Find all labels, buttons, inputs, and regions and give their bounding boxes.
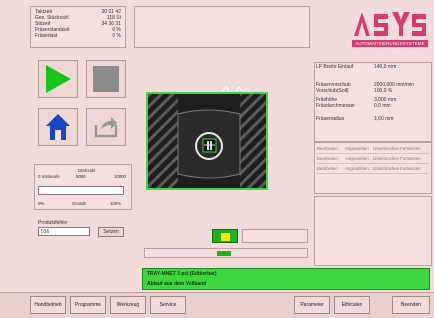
stop-button[interactable] [86,60,126,98]
stop-icon [93,66,119,92]
product-input[interactable]: 516 [38,227,90,236]
grid-row[interactable]: Bearbeiten Angewählen Unterbrochen Fortset… [317,164,429,174]
info-panel [314,196,432,266]
ruler-end: 10000 [114,174,126,179]
exit-button[interactable] [86,108,126,146]
home-button[interactable] [38,108,78,146]
slider-track[interactable] [144,248,308,258]
chevron-up-icon [222,86,243,92]
parameter-table: LP Breite Einlauf 140,0 mm Fräservorschub… [316,64,430,122]
slider-thumb[interactable] [217,251,231,256]
message-panel [134,6,310,48]
start-button[interactable] [38,60,78,98]
play-icon [46,65,71,93]
indicator-yellow-dot [221,233,230,241]
set-button[interactable]: Setzen [98,227,124,237]
stat-row-load: Fräserlast 0 % [35,33,121,39]
stats-panel: Taktzeit 30 01 42 Ges. Stückzahl 118 St St… [30,6,126,48]
tab-settings[interactable]: Ethicalen [334,296,370,314]
tab-tools[interactable]: Werkzeug [110,296,146,314]
indicator-yellow[interactable] [212,229,238,243]
tab-manual[interactable]: Handbetrieb [30,296,66,314]
indicator-field [242,229,308,243]
status-bar: TRAY-MNET 3 pcl (Editierbar) Ablauf aus … [142,268,430,290]
home-icon [46,114,70,140]
ruler-label: Drehzahl [78,168,96,173]
quit-button[interactable]: Beenden [392,296,430,314]
status-line-2: Ablauf aus dem Vollband [147,281,207,287]
asys-logo-mark [354,12,426,36]
param-row: Fräserradius 1,00 mm [316,116,394,122]
bar-right: 100% [110,201,121,206]
job-grid: Bearbeiten Angewählen Unterbrochen Fortset… [317,144,429,174]
tab-parameter[interactable]: Parameter [294,296,330,314]
grid-row[interactable]: Bearbeiten Angewählen Unterbrochen Fortset… [317,144,429,154]
tab-programs[interactable]: Programme [70,296,106,314]
logo-tagline: AUTOMATISIERUNGSSYSTEME [352,40,428,47]
exit-icon [94,117,118,138]
asys-logo: AUTOMATISIERUNGSSYSTEME [352,8,428,48]
feed-progress-bar[interactable] [38,186,124,195]
status-line-1: TRAY-MNET 3 pcl (Editierbar) [147,271,217,277]
product-label: Produktfehler [38,220,68,226]
bar-mid: Gerade [72,201,87,206]
camera-image [148,94,266,188]
ruler-start: 0 Vorlaeufe [38,174,60,179]
grid-row[interactable]: Bearbeiten Angewählen Unterbrochen Fortset… [317,154,429,164]
ruler-mid: 5000 [76,174,86,179]
tab-service[interactable]: Service [150,296,186,314]
camera-view [146,92,268,190]
bar-left: 0% [38,201,45,206]
